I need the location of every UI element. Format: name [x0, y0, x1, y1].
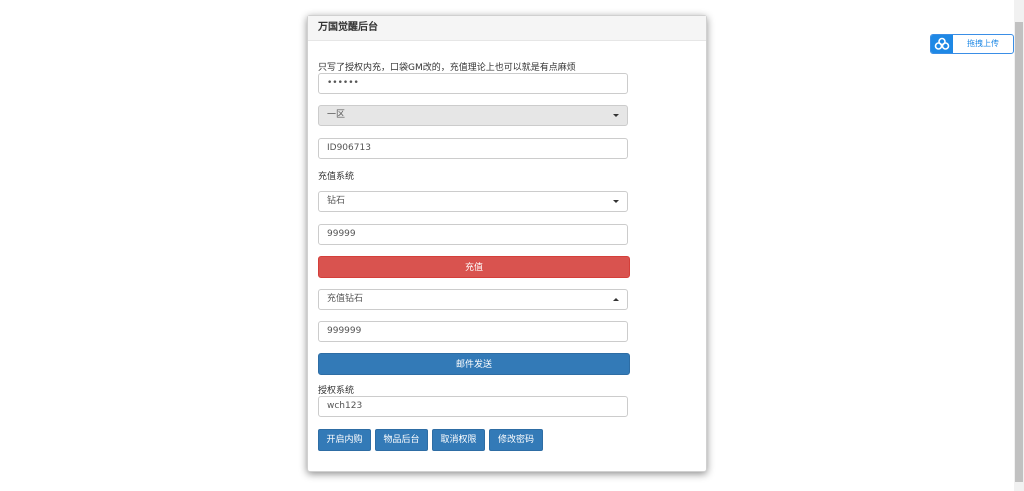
mail-item-select[interactable]: 充值钻石: [318, 289, 628, 310]
auth-code-field[interactable]: wch123: [318, 396, 628, 417]
player-id-field[interactable]: ID906713: [318, 138, 628, 159]
caret-down-icon: [613, 114, 619, 117]
panel-title: 万国觉醒后台: [308, 16, 706, 41]
revoke-permission-button[interactable]: 取消权限: [432, 429, 485, 451]
scrollbar-thumb[interactable]: [1015, 22, 1023, 482]
mail-amount-field[interactable]: 999999: [318, 321, 628, 342]
recharge-amount-field[interactable]: 99999: [318, 224, 628, 245]
recharge-item-value: 钻石: [327, 196, 346, 206]
mail-send-button[interactable]: 邮件发送: [318, 353, 630, 375]
caret-up-icon: [613, 298, 619, 301]
item-backend-button[interactable]: 物品后台: [375, 429, 428, 451]
mail-item-value: 充值钻石: [327, 294, 364, 304]
auth-section-label: 授权系统: [318, 386, 355, 396]
recharge-button[interactable]: 充值: [318, 256, 630, 278]
enable-purchase-button[interactable]: 开启内购: [318, 429, 371, 451]
upload-widget[interactable]: 拖拽上传: [930, 34, 1014, 54]
admin-panel: 万国觉醒后台 只写了授权内充，口袋GM改的，充值理论上也可以就是有点麻烦 •••…: [307, 15, 707, 472]
caret-down-icon: [613, 200, 619, 203]
password-field[interactable]: ••••••: [318, 73, 628, 94]
change-password-button[interactable]: 修改密码: [489, 429, 543, 451]
server-select[interactable]: 一区: [318, 105, 628, 126]
notice-text: 只写了授权内充，口袋GM改的，充值理论上也可以就是有点麻烦: [318, 63, 576, 73]
upload-label: 拖拽上传: [967, 39, 999, 48]
recharge-section-label: 充值系统: [318, 172, 355, 182]
server-select-value: 一区: [327, 110, 346, 120]
cloud-upload-icon: [931, 35, 953, 53]
vertical-scrollbar[interactable]: [1014, 0, 1024, 491]
recharge-item-select[interactable]: 钻石: [318, 191, 628, 212]
